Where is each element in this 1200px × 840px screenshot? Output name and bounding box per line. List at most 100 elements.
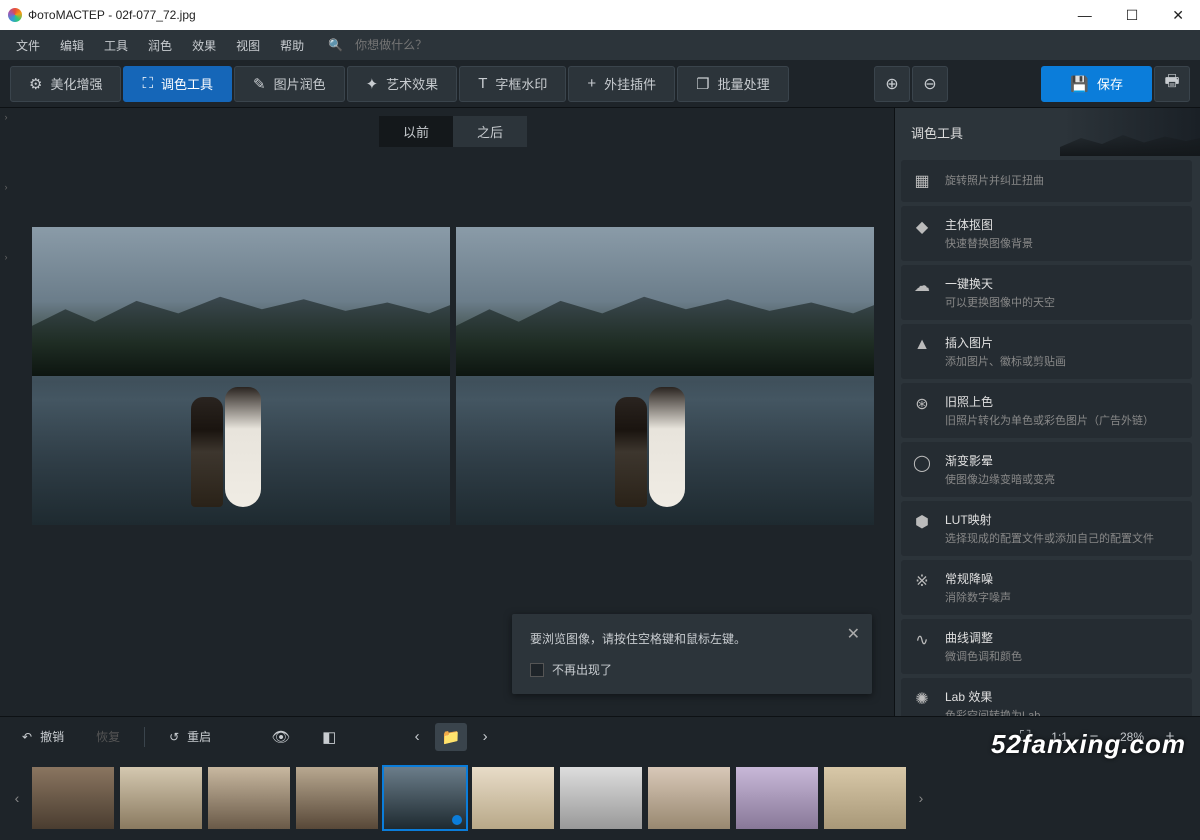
menu-编辑[interactable]: 编辑	[52, 33, 92, 58]
tool-item-7[interactable]: ※常规降噪消除数字噪声	[901, 560, 1192, 615]
dont-show-checkbox[interactable]: 不再出现了	[530, 661, 854, 678]
tool-title: 常规降噪	[945, 570, 1011, 587]
prev-button[interactable]: ‹	[401, 723, 433, 751]
tool-title: LUT映射	[945, 511, 1154, 528]
tool-title: 插入图片	[945, 334, 1066, 351]
tool-item-0[interactable]: ▦旋转照片并纠正扭曲	[901, 160, 1192, 202]
chevron-right-icon[interactable]: ›	[0, 252, 12, 262]
close-button[interactable]: ✕	[1164, 5, 1192, 26]
menu-文件[interactable]: 文件	[8, 33, 48, 58]
tool-desc: 色彩空间转换为Lab	[945, 707, 1040, 716]
search-input[interactable]	[355, 38, 475, 52]
thumbnail[interactable]	[296, 767, 378, 829]
reset-button[interactable]: ↺重启	[161, 724, 219, 749]
tab-batch[interactable]: ❐批量处理	[677, 66, 788, 102]
thumbnail[interactable]	[560, 767, 642, 829]
tool-item-9[interactable]: ✺ Lab 效果色彩空间转换为Lab	[901, 678, 1192, 716]
tool-icon: ☁	[911, 275, 933, 297]
save-icon: 💾	[1070, 75, 1089, 93]
tool-item-8[interactable]: ∿曲线调整微调色调和颜色	[901, 619, 1192, 674]
chevron-right-icon[interactable]: ›	[0, 112, 12, 122]
tool-icon: ✺	[911, 688, 933, 710]
fit-icon[interactable]: ⛶	[1009, 723, 1041, 751]
panel-title: 调色工具	[895, 108, 1200, 156]
compare-icon[interactable]: ◧	[313, 723, 345, 751]
tab-plugins[interactable]: +外挂插件	[568, 66, 675, 102]
tool-item-6[interactable]: ⬢LUT映射选择现成的配置文件或添加自己的配置文件	[901, 501, 1192, 556]
tool-desc: 旧照片转化为单色或彩色图片（广告外链）	[945, 412, 1154, 428]
tool-desc: 旋转照片并纠正扭曲	[945, 172, 1044, 188]
menu-视图[interactable]: 视图	[228, 33, 268, 58]
tool-icon: ◯	[911, 452, 933, 474]
menubar: 文件编辑工具润色效果视图帮助🔍	[0, 30, 1200, 60]
tool-item-1[interactable]: ◆主体抠图快速替换图像背景	[901, 206, 1192, 261]
thumbnail[interactable]	[472, 767, 554, 829]
tool-icon: ※	[911, 570, 933, 592]
sliders-icon: ⚙	[29, 75, 42, 93]
tab-crop[interactable]: ⛶调色工具	[123, 66, 232, 102]
tool-item-2[interactable]: ☁一键换天可以更换图像中的天空	[901, 265, 1192, 320]
tool-desc: 微调色调和颜色	[945, 648, 1022, 664]
minimize-button[interactable]: —	[1070, 5, 1100, 26]
tab-after[interactable]: 之后	[453, 116, 527, 147]
redo-button[interactable]: 恢复	[88, 724, 128, 749]
filmstrip-next[interactable]: ›	[912, 766, 930, 830]
close-icon[interactable]: ✕	[847, 624, 860, 644]
tool-desc: 可以更换图像中的天空	[945, 294, 1055, 310]
right-panel: 调色工具 ▦旋转照片并纠正扭曲◆主体抠图快速替换图像背景☁一键换天可以更换图像中…	[894, 108, 1200, 716]
filmstrip-prev[interactable]: ‹	[8, 766, 26, 830]
print-button[interactable]: 🖶	[1154, 66, 1190, 102]
preset-add-button[interactable]: ⊕	[874, 66, 910, 102]
tool-item-5[interactable]: ◯渐变影晕使图像边缘变暗或变亮	[901, 442, 1192, 497]
menu-帮助[interactable]: 帮助	[272, 33, 312, 58]
tool-icon: ∿	[911, 629, 933, 651]
thumbnail[interactable]	[32, 767, 114, 829]
plus-icon: +	[587, 75, 596, 92]
tool-icon: ▲	[911, 334, 933, 356]
tool-title: Lab 效果	[945, 688, 1040, 705]
save-button[interactable]: 💾保存	[1041, 66, 1152, 102]
thumbnail[interactable]	[648, 767, 730, 829]
maximize-button[interactable]: ☐	[1118, 5, 1147, 26]
thumbnail[interactable]	[120, 767, 202, 829]
menu-润色[interactable]: 润色	[140, 33, 180, 58]
tool-desc: 快速替换图像背景	[945, 235, 1033, 251]
tool-desc: 使图像边缘变暗或变亮	[945, 471, 1055, 487]
before-after-tabs: 以前 之后	[12, 116, 894, 147]
folder-button[interactable]: 📁	[435, 723, 467, 751]
app-title: ФотоМАСТЕР - 02f-077_72.jpg	[28, 8, 196, 22]
next-button[interactable]: ›	[469, 723, 501, 751]
thumbnail[interactable]	[736, 767, 818, 829]
left-gutter: › › ›	[0, 108, 12, 716]
tool-list[interactable]: ▦旋转照片并纠正扭曲◆主体抠图快速替换图像背景☁一键换天可以更换图像中的天空 ▲ 插…	[895, 156, 1200, 716]
menu-效果[interactable]: 效果	[184, 33, 224, 58]
thumbnail[interactable]	[824, 767, 906, 829]
tab-effects[interactable]: ✦艺术效果	[347, 66, 458, 102]
tool-icon: ⊛	[911, 393, 933, 415]
reset-icon: ↺	[169, 730, 179, 744]
canvas-area: 以前 之后 ✕ 要浏览图像，请按住空格键和鼠标左键。 不再出现了	[12, 108, 894, 716]
thumbnail[interactable]	[384, 767, 466, 829]
tool-item-3[interactable]: ▲插入图片添加图片、徽标或剪贴画	[901, 324, 1192, 379]
tab-before[interactable]: 以前	[379, 116, 453, 147]
zoom-1to1[interactable]: 1:1	[1051, 730, 1068, 744]
tab-retouch[interactable]: ✎图片润色	[234, 66, 345, 102]
thumbnail[interactable]	[208, 767, 290, 829]
image-after[interactable]	[456, 227, 874, 525]
image-before[interactable]	[32, 227, 450, 525]
tool-desc: 选择现成的配置文件或添加自己的配置文件	[945, 530, 1154, 546]
tool-item-4[interactable]: ⊛旧照上色旧照片转化为单色或彩色图片（广告外链）	[901, 383, 1192, 438]
tab-text[interactable]: T字框水印	[459, 66, 566, 102]
titlebar: ФотоМАСТЕР - 02f-077_72.jpg — ☐ ✕	[0, 0, 1200, 30]
preset-download-button[interactable]: ⊖	[912, 66, 948, 102]
eye-icon[interactable]: 👁	[265, 723, 297, 751]
tool-icon: ◆	[911, 216, 933, 238]
filmstrip: ‹ ›	[0, 756, 1200, 840]
brush-icon: ✎	[253, 75, 266, 93]
tab-enhance[interactable]: ⚙美化增强	[10, 66, 121, 102]
undo-button[interactable]: ↶撤销	[14, 724, 72, 749]
zoom-out-button[interactable]: −	[1078, 723, 1110, 751]
chevron-right-icon[interactable]: ›	[0, 182, 12, 192]
zoom-in-button[interactable]: +	[1154, 723, 1186, 751]
menu-工具[interactable]: 工具	[96, 33, 136, 58]
